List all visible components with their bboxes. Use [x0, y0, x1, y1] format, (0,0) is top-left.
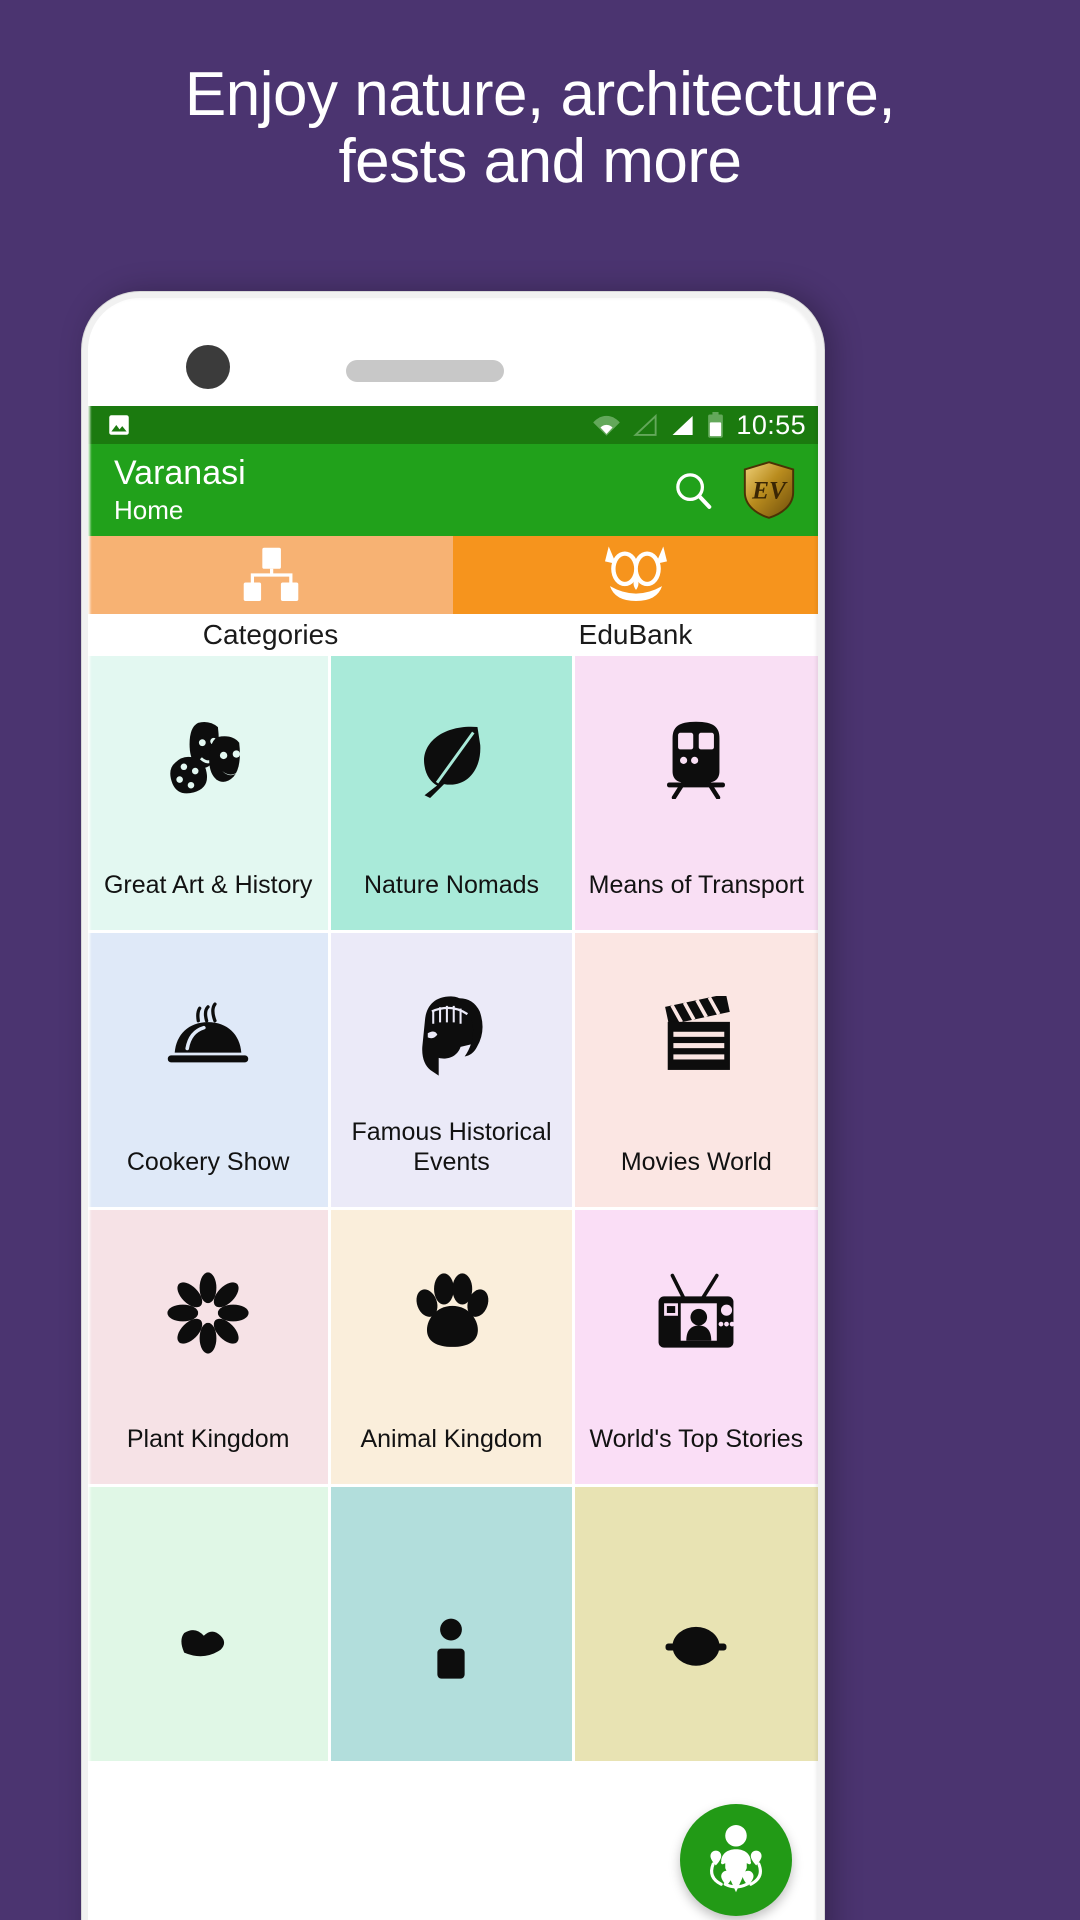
front-camera-icon — [186, 345, 230, 389]
tab-label-categories[interactable]: Categories — [88, 614, 453, 656]
promo-headline: Enjoy nature, architecture, fests and mo… — [0, 60, 1080, 196]
grid-cell-row4-col3[interactable] — [574, 1487, 818, 1764]
explore-nearby-fab[interactable] — [680, 1804, 792, 1916]
promo-line-2: fests and more — [338, 126, 742, 196]
app-bar: Varanasi Home EV — [88, 444, 818, 536]
television-icon — [653, 1270, 739, 1356]
earpiece-speaker — [346, 360, 504, 382]
search-icon[interactable] — [670, 467, 716, 513]
category-grid: Great Art & History Nature Nomads Means … — [88, 656, 818, 1764]
page-subtitle: Home — [114, 494, 184, 525]
status-bar-indicators: 10:55 — [592, 410, 806, 441]
grid-cell-label: Movies World — [620, 1147, 772, 1176]
tab-labels: Categories EduBank — [88, 614, 818, 656]
partial-icon — [660, 1547, 732, 1666]
flower-icon — [166, 1270, 250, 1356]
paw-icon — [410, 1270, 492, 1356]
status-bar-notifications — [106, 412, 132, 438]
grid-cell-means-of-transport[interactable]: Means of Transport — [574, 656, 818, 933]
train-icon — [661, 716, 731, 802]
image-icon — [106, 412, 132, 438]
tab-label-edubank[interactable]: EduBank — [453, 614, 818, 656]
app-bar-titles: Varanasi Home — [114, 454, 246, 527]
grid-cell-label: Means of Transport — [588, 870, 805, 899]
food-cloche-icon — [165, 993, 251, 1079]
person-location-network-icon — [697, 1821, 775, 1899]
grid-cell-label: Animal Kingdom — [360, 1424, 543, 1453]
phone-screen: 10:55 Varanasi Home EV Categories EduBan… — [88, 406, 818, 1920]
grid-cell-row4-col2[interactable] — [331, 1487, 575, 1764]
grid-cell-cookery-show[interactable]: Cookery Show — [88, 933, 332, 1210]
grid-cell-movies-world[interactable]: Movies World — [574, 933, 818, 1210]
battery-icon — [706, 411, 725, 439]
grid-cell-label: Famous Historical Events — [351, 1118, 552, 1176]
tab-edubank[interactable] — [453, 536, 818, 614]
grid-cell-worlds-top-stories[interactable]: World's Top Stories — [574, 1210, 818, 1487]
promo-line-1: Enjoy nature, architecture, — [184, 60, 896, 129]
signal-empty-icon — [632, 413, 658, 438]
grid-cell-nature-nomads[interactable]: Nature Nomads — [331, 656, 575, 933]
partial-icon — [421, 1547, 481, 1679]
grid-cell-label: Plant Kingdom — [126, 1424, 290, 1453]
phone-body: 10:55 Varanasi Home EV Categories EduBan… — [88, 298, 818, 1920]
grid-cell-label: Great Art & History — [103, 870, 313, 899]
status-bar: 10:55 — [88, 406, 818, 444]
app-bar-actions: EV — [670, 461, 796, 519]
theater-masks-icon — [164, 716, 252, 802]
phone-mockup: 10:55 Varanasi Home EV Categories EduBan… — [82, 292, 824, 1920]
grid-cell-label: Cookery Show — [126, 1147, 290, 1176]
svg-text:EV: EV — [751, 476, 788, 504]
tab-categories[interactable] — [88, 536, 453, 614]
hierarchy-icon — [240, 545, 302, 605]
grid-cell-great-art-history[interactable]: Great Art & History — [88, 656, 332, 933]
status-bar-clock: 10:55 — [736, 409, 806, 440]
clapperboard-icon — [655, 993, 737, 1079]
grid-cell-animal-kingdom[interactable]: Animal Kingdom — [331, 1210, 575, 1487]
grid-cell-label: Nature Nomads — [363, 870, 540, 899]
grid-cell-plant-kingdom[interactable]: Plant Kingdom — [88, 1210, 332, 1487]
owl-icon — [600, 544, 672, 606]
grid-cell-label: World's Top Stories — [589, 1424, 804, 1453]
ev-shield-logo-icon[interactable]: EV — [742, 461, 796, 519]
page-title: Varanasi — [114, 453, 246, 492]
tab-bar — [88, 536, 818, 614]
leaf-icon — [412, 716, 490, 802]
grid-cell-famous-historical-events[interactable]: Famous Historical Events — [331, 933, 575, 1210]
wifi-icon — [592, 413, 621, 438]
grid-cell-row4-col1[interactable] — [88, 1487, 332, 1764]
spartan-helmet-icon — [411, 993, 491, 1079]
partial-icon — [173, 1547, 243, 1657]
signal-full-icon — [669, 413, 695, 438]
